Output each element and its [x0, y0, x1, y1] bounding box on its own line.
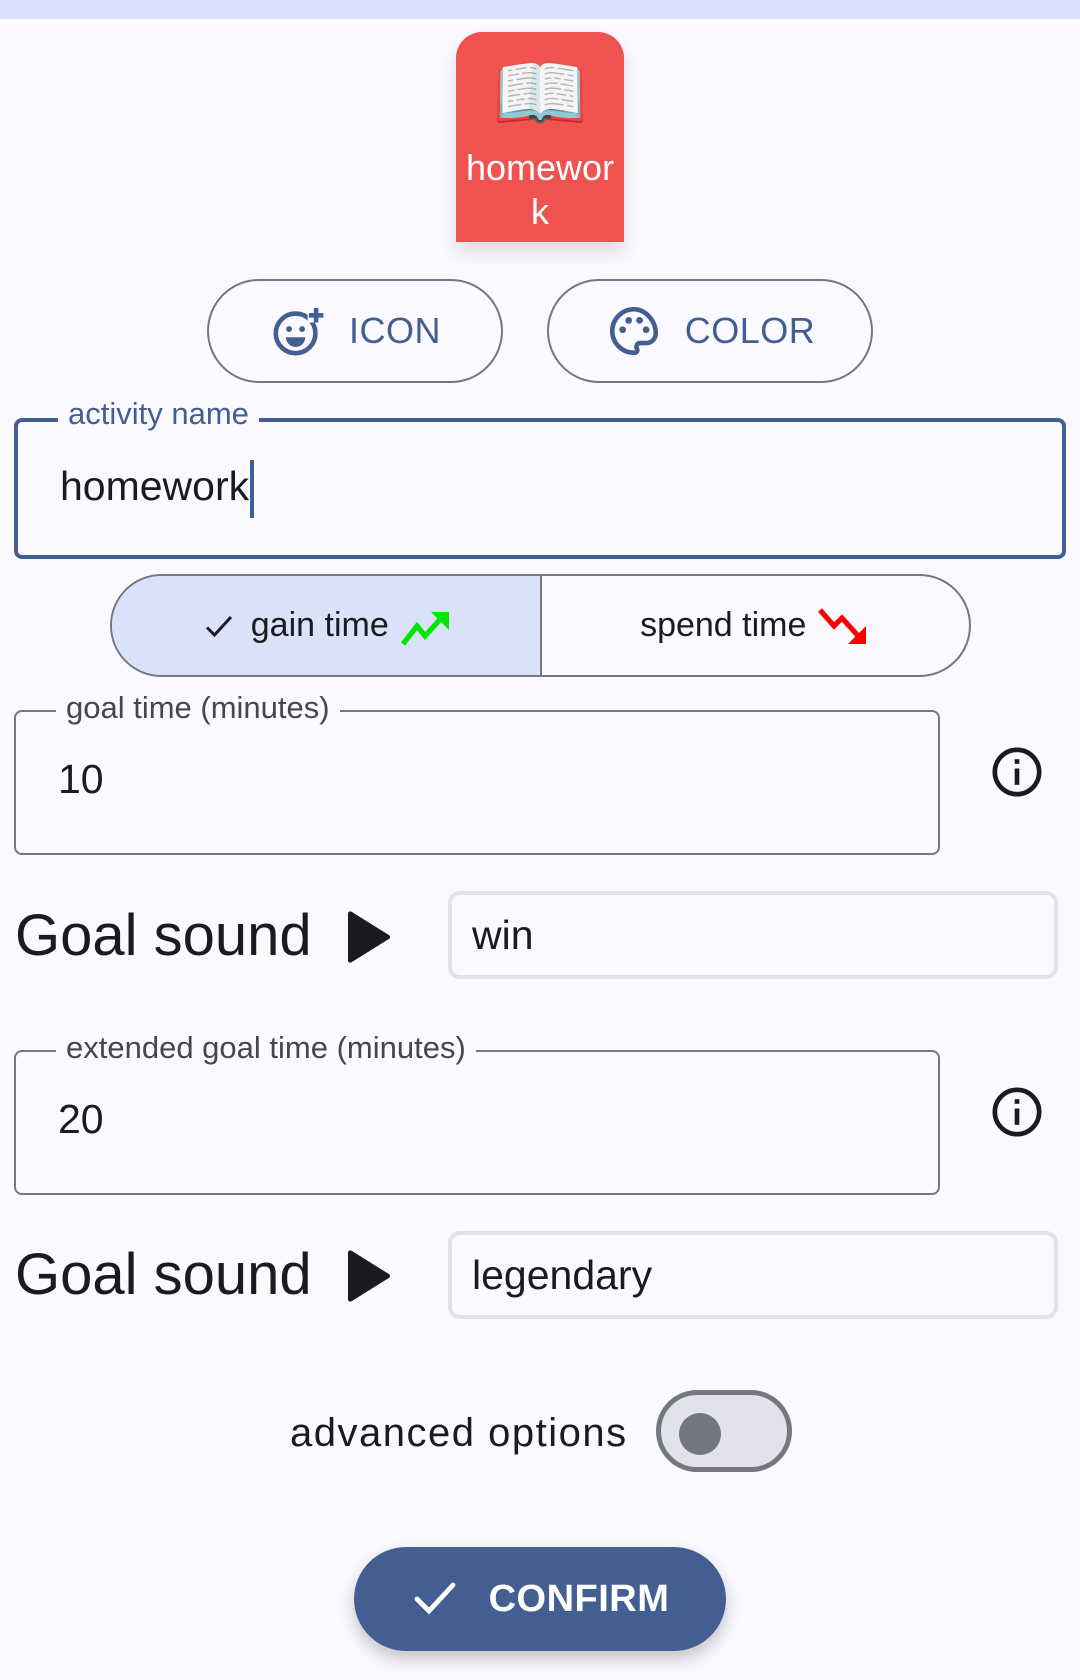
trending-up-icon: [400, 611, 449, 646]
activity-name-label: activity name: [58, 396, 259, 432]
status-bar: [0, 0, 1080, 19]
goal-time-field[interactable]: goal time (minutes) 10: [14, 690, 940, 855]
advanced-options-toggle[interactable]: [656, 1390, 792, 1472]
play-sound-icon[interactable]: [345, 909, 393, 965]
goal-time-input[interactable]: 10: [58, 756, 104, 803]
goal-time-info-icon[interactable]: [989, 744, 1045, 800]
confirm-button-label: CONFIRM: [488, 1577, 670, 1620]
book-icon: 📖: [491, 49, 589, 140]
check-icon: [414, 1582, 455, 1615]
palette-icon: [609, 306, 658, 356]
extended-goal-time-field[interactable]: extended goal time (minutes) 20: [14, 1030, 940, 1195]
color-button-label: COLOR: [684, 310, 816, 351]
segment-spend-time[interactable]: spend time: [542, 576, 970, 675]
segment-gain-time[interactable]: gain time: [112, 576, 542, 675]
icon-button[interactable]: ICON: [207, 279, 503, 383]
extended-goal-sound-select[interactable]: legendary: [448, 1231, 1058, 1319]
toggle-knob: [679, 1413, 721, 1455]
activity-preview-tile: 📖 homework: [456, 32, 624, 242]
text-cursor: [250, 460, 255, 518]
goal-time-label: goal time (minutes): [56, 690, 340, 726]
trending-down-icon: [818, 607, 867, 644]
goal-sound-label: Goal sound: [15, 903, 312, 968]
add-reaction-icon: [273, 308, 325, 356]
segment-spend-time-label: spend time: [640, 606, 807, 644]
goal-sound-value: win: [472, 911, 534, 958]
confirm-button[interactable]: CONFIRM: [354, 1547, 726, 1651]
icon-button-label: ICON: [349, 310, 441, 351]
extended-goal-sound-label: Goal sound: [15, 1242, 312, 1307]
extended-goal-sound-value: legendary: [472, 1251, 653, 1298]
check-icon: [205, 615, 232, 637]
play-extended-sound-icon[interactable]: [345, 1248, 393, 1304]
activity-name-field[interactable]: activity name homework: [14, 396, 1066, 559]
activity-preview-name: homework: [465, 147, 615, 232]
extended-goal-time-input[interactable]: 20: [58, 1096, 104, 1143]
color-button[interactable]: COLOR: [547, 279, 873, 383]
goal-sound-select[interactable]: win: [448, 891, 1058, 979]
activity-name-input[interactable]: homework: [60, 463, 249, 509]
extended-goal-time-info-icon[interactable]: [989, 1084, 1045, 1140]
mode-segmented-control: gain time spend time: [110, 574, 971, 677]
extended-goal-time-label: extended goal time (minutes): [56, 1030, 476, 1066]
advanced-options-label: advanced options: [290, 1411, 628, 1455]
segment-gain-time-label: gain time: [250, 606, 389, 644]
